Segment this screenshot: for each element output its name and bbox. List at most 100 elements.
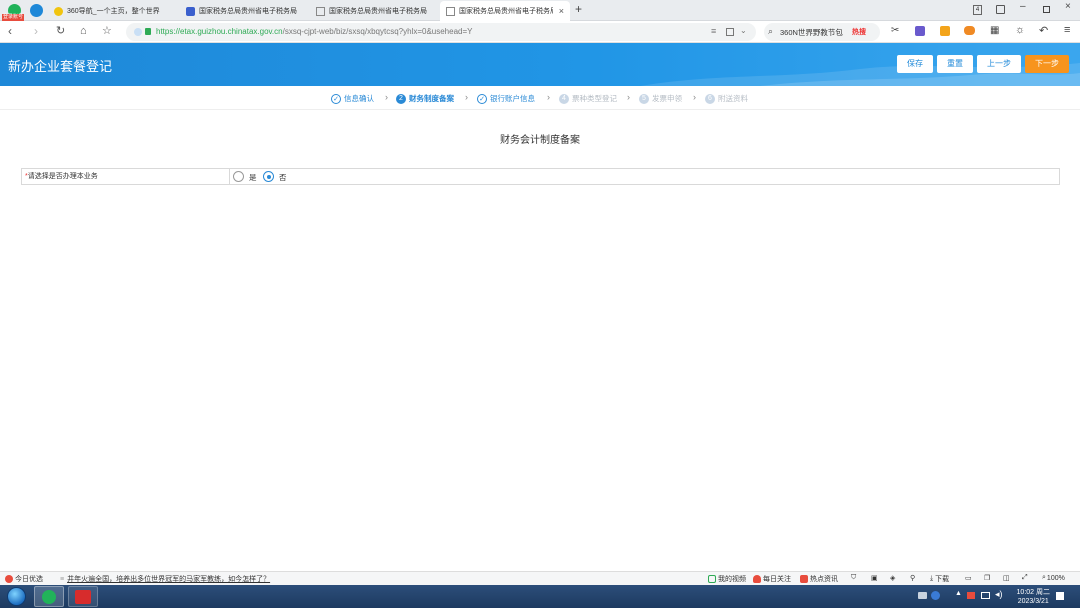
apps-grid-icon[interactable]: ▦: [990, 25, 999, 36]
step-info-confirm[interactable]: ✓ 信息确认: [331, 93, 374, 104]
step-arrow-icon: ›: [693, 92, 696, 102]
help-icon[interactable]: [931, 591, 940, 600]
reset-button[interactable]: 重置: [937, 55, 973, 73]
address-bar[interactable]: https://etax.guizhou.chinatax.gov.cn/sxs…: [126, 23, 756, 41]
back-button[interactable]: ‹: [8, 24, 12, 38]
security-icon[interactable]: ◈: [890, 574, 895, 582]
tab-etax-active[interactable]: 国家税务总局贵州省电子税务局 ×: [440, 1, 570, 21]
section-title: 财务会计制度备案: [500, 135, 580, 146]
tab-360-home[interactable]: 360导航_一个主页，整个世界: [48, 1, 176, 21]
start-button[interactable]: [4, 586, 28, 607]
prev-step-button[interactable]: 上一步: [977, 55, 1021, 73]
tab-etax-1[interactable]: 国家税务总局贵州省电子税务局: [180, 1, 308, 21]
save-button[interactable]: 保存: [897, 55, 933, 73]
browser-status-bar: 今日优选 ≡ 井年火遍全国，培养出多位世界冠军的马家军教练，如今怎样了？ 我的视…: [0, 571, 1080, 585]
pin-icon[interactable]: ⚲: [910, 574, 915, 582]
shield-icon[interactable]: [940, 26, 950, 36]
os-taskbar: ▲ ◂) 10:02 周二 2023/3/21: [0, 585, 1080, 608]
new-tab-button[interactable]: +: [575, 2, 582, 16]
hot-news-link[interactable]: 热点资讯: [800, 574, 838, 584]
step-label: 票种类型登记: [572, 94, 617, 103]
browser-toolbar: ‹ › ↻ ⌂ ☆ https://etax.guizhou.chinatax.…: [0, 21, 1080, 43]
copy-icon[interactable]: ❐: [984, 574, 990, 582]
refresh-button[interactable]: ↻: [56, 24, 65, 38]
restore-button[interactable]: [1043, 3, 1050, 13]
taskbar-wps-button[interactable]: [68, 586, 98, 607]
news-ticker-link[interactable]: ≡ 井年火遍全国，培养出多位世界冠军的马家军教练，如今怎样了？: [60, 574, 270, 584]
tab-overview-icon[interactable]: [726, 28, 734, 36]
browser-e-icon: [42, 590, 56, 604]
brightness-icon[interactable]: ☼: [1015, 24, 1025, 36]
today-picks-link[interactable]: 今日优选: [5, 574, 43, 584]
fullscreen-icon[interactable]: ⤢: [1022, 574, 1028, 582]
volume-icon[interactable]: ◂): [995, 589, 1003, 600]
sync-icon[interactable]: ▣: [871, 574, 878, 582]
flag-icon[interactable]: [967, 592, 975, 599]
step-label: 信息确认: [344, 94, 374, 103]
step-arrow-icon: ›: [385, 92, 388, 102]
print-icon[interactable]: ▭: [965, 574, 972, 582]
step-finance-system[interactable]: 2 财务制度备案: [396, 93, 454, 104]
radio-no[interactable]: [263, 171, 274, 182]
close-tab-icon[interactable]: ×: [553, 6, 564, 16]
page-icon: [446, 6, 455, 16]
shield-status-icon[interactable]: ⛉: [851, 574, 856, 582]
step-number-icon: 2: [396, 93, 406, 104]
my-video-link[interactable]: 我的视频: [708, 574, 746, 584]
tab-count-badge[interactable]: 4: [973, 5, 982, 15]
menu-icon[interactable]: ≡: [1064, 24, 1070, 36]
taskbar-browser-button[interactable]: [34, 586, 64, 607]
step-invoice-apply[interactable]: 5 发票申领: [639, 93, 682, 104]
taskbar-clock[interactable]: 10:02 周二 2023/3/21: [1017, 588, 1050, 606]
mute-icon[interactable]: ◫: [1003, 574, 1010, 582]
wps-icon: [75, 590, 91, 604]
zoom-icon: ⌕: [1042, 574, 1046, 581]
shirt-icon[interactable]: [996, 5, 1005, 14]
radio-yes[interactable]: [233, 171, 244, 182]
keyboard-icon[interactable]: [918, 592, 927, 599]
step-bank-account[interactable]: ✓ 银行账户信息: [477, 93, 535, 104]
step-attachments[interactable]: 6 附送资料: [705, 93, 748, 104]
reader-mode-icon[interactable]: ≡: [711, 26, 716, 36]
today-picks-label: 今日优选: [15, 576, 43, 583]
navigate-icon[interactable]: [30, 4, 43, 17]
login-badge[interactable]: 登录账号: [2, 14, 25, 21]
tax-site-icon: [186, 6, 195, 16]
tray-arrow-icon[interactable]: ▲: [955, 590, 962, 597]
360-icon: [54, 6, 63, 16]
hot-search-badge[interactable]: 热搜: [852, 27, 866, 37]
translate-icon[interactable]: [915, 26, 925, 36]
show-desktop-button[interactable]: [1056, 592, 1064, 600]
browser-tab-bar: 登录账号 360导航_一个主页，整个世界 国家税务总局贵州省电子税务局 国家税务…: [0, 0, 1080, 21]
scissors-icon[interactable]: ✂: [891, 25, 899, 36]
step-label: 发票申领: [652, 94, 682, 103]
step-ticket-type[interactable]: 4 票种类型登记: [559, 93, 617, 104]
page-icon: [316, 6, 325, 16]
minimize-button[interactable]: –: [1020, 1, 1026, 12]
step-number-icon: 5: [639, 93, 649, 104]
forward-button[interactable]: ›: [34, 24, 38, 38]
chevron-down-icon[interactable]: ⌄: [740, 26, 747, 35]
question-text: 请选择是否办理本业务: [27, 173, 98, 180]
download-link[interactable]: ⤓ 下载: [930, 574, 949, 584]
close-window-button[interactable]: ×: [1065, 1, 1071, 12]
undo-icon[interactable]: ↶: [1039, 24, 1048, 37]
zoom-level: 100%: [1046, 574, 1065, 582]
home-button[interactable]: ⌂: [80, 24, 87, 38]
page-header: 新办企业套餐登记 保存 重置 上一步 下一步: [0, 43, 1080, 86]
step-label: 银行账户信息: [490, 94, 535, 103]
radio-no-label[interactable]: 否: [279, 172, 287, 183]
url-text[interactable]: https://etax.guizhou.chinatax.gov.cn/sxs…: [156, 27, 472, 36]
search-box[interactable]: ⌕ 360N世界野教节包 热搜: [764, 23, 880, 41]
news-icon: [800, 575, 808, 583]
next-step-button[interactable]: 下一步: [1025, 55, 1069, 73]
daily-focus-link[interactable]: 每日关注: [753, 574, 791, 584]
game-icon[interactable]: [964, 26, 975, 35]
check-circle-icon: ✓: [477, 93, 487, 104]
zoom-control[interactable]: ⌕ 100%: [1042, 574, 1065, 582]
bookmark-star-icon[interactable]: ☆: [102, 24, 112, 38]
tab-etax-2[interactable]: 国家税务总局贵州省电子税务局: [310, 1, 438, 21]
radio-yes-label[interactable]: 是: [249, 172, 257, 183]
network-icon[interactable]: [981, 592, 990, 599]
url-path: /sxsq-cjpt-web/biz/sxsq/xbqytcsq?yhlx=0&…: [282, 27, 473, 36]
